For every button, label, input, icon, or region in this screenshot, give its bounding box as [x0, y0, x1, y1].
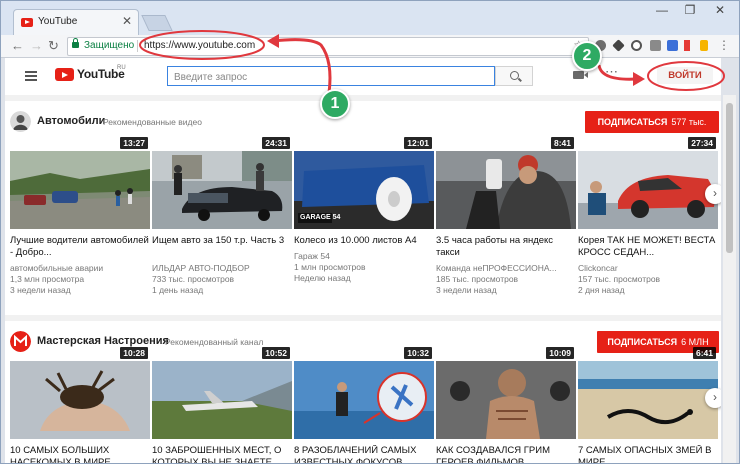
url-highlight-ellipse: [139, 30, 265, 60]
arrow-head-icon: [267, 34, 279, 48]
step-2-badge: 2: [572, 41, 602, 71]
annotation-overlay: [139, 30, 725, 94]
browser-window: YouTube ✕ — ❐ ✕ ← → ↻ Защищено https://w…: [0, 0, 740, 464]
arrow-head-icon: [633, 72, 645, 86]
step-1-badge: 1: [320, 89, 350, 119]
arrow-to-url: [272, 38, 332, 94]
arrow-to-signin: [597, 64, 638, 81]
signin-highlight-ellipse: [647, 61, 725, 91]
